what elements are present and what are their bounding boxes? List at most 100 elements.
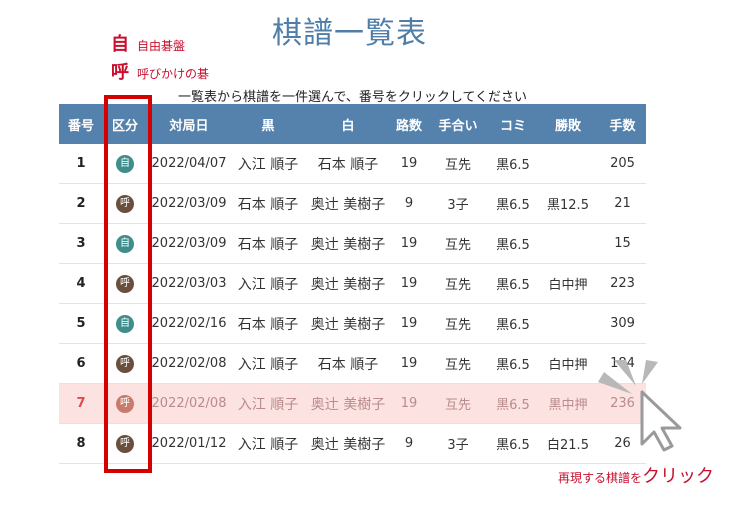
board-size-cell: 19 (391, 303, 427, 344)
date-cell: 2022/01/12 (147, 423, 231, 464)
moves-cell: 15 (599, 223, 646, 264)
game-number-link[interactable]: 7 (59, 383, 103, 424)
result-cell (537, 303, 599, 344)
game-number-link[interactable]: 4 (59, 263, 103, 304)
board-size-cell: 9 (391, 423, 427, 464)
moves-cell: 309 (599, 303, 646, 344)
type-badge-yobi: 呼 (116, 434, 134, 453)
legend-yobi: 呼 呼びかけの碁 (111, 58, 209, 84)
type-badge-yobi: 呼 (116, 394, 134, 413)
date-cell: 2022/02/08 (147, 343, 231, 384)
date-cell: 2022/02/16 (147, 303, 231, 344)
handicap-cell: 3子 (427, 183, 489, 224)
date-cell: 2022/03/09 (147, 223, 231, 264)
result-cell: 黒中押 (537, 383, 599, 424)
header-black: 黒 (231, 104, 305, 144)
game-number-link[interactable]: 6 (59, 343, 103, 384)
komi-cell: 黒6.5 (489, 303, 537, 344)
black-player-cell: 石本 順子 (231, 303, 305, 344)
komi-cell: 黒6.5 (489, 144, 537, 184)
black-player-cell: 入江 順子 (231, 423, 305, 464)
black-player-cell: 入江 順子 (231, 144, 305, 184)
game-number-link[interactable]: 8 (59, 423, 103, 464)
type-cell: 自 (103, 223, 147, 264)
result-cell: 白21.5 (537, 423, 599, 464)
moves-cell: 184 (599, 343, 646, 384)
white-player-cell: 奥辻 美樹子 (305, 223, 391, 264)
moves-cell: 26 (599, 423, 646, 464)
type-cell: 呼 (103, 383, 147, 424)
date-cell: 2022/03/09 (147, 183, 231, 224)
handicap-cell: 互先 (427, 144, 489, 184)
type-cell: 自 (103, 303, 147, 344)
table-row: 2 呼 2022/03/09 石本 順子 奥辻 美樹子 9 3子 黒6.5 黒1… (59, 183, 646, 224)
handicap-cell: 互先 (427, 343, 489, 384)
white-player-cell: 奥辻 美樹子 (305, 303, 391, 344)
board-size-cell: 19 (391, 144, 427, 184)
game-number-link[interactable]: 2 (59, 183, 103, 224)
table-row: 1 自 2022/04/07 入江 順子 石本 順子 19 互先 黒6.5 20… (59, 144, 646, 184)
handicap-cell: 3子 (427, 423, 489, 464)
game-number-link[interactable]: 1 (59, 144, 103, 184)
white-player-cell: 奥辻 美樹子 (305, 383, 391, 424)
board-size-cell: 19 (391, 223, 427, 264)
black-player-cell: 入江 順子 (231, 343, 305, 384)
type-cell: 呼 (103, 183, 147, 224)
legend-yobi-symbol: 呼 (111, 62, 129, 83)
board-size-cell: 19 (391, 343, 427, 384)
legend-jiyu-text: 自由碁盤 (137, 39, 186, 53)
game-number-link[interactable]: 5 (59, 303, 103, 344)
click-hint-small: 再現する棋譜を (558, 471, 643, 485)
white-player-cell: 石本 順子 (305, 343, 391, 384)
board-size-cell: 19 (391, 263, 427, 304)
handicap-cell: 互先 (427, 263, 489, 304)
type-cell: 自 (103, 144, 147, 184)
click-hint-big: クリック (642, 466, 715, 487)
table-row: 8 呼 2022/01/12 入江 順子 奥辻 美樹子 9 3子 黒6.5 白2… (59, 423, 646, 464)
result-cell (537, 223, 599, 264)
black-player-cell: 石本 順子 (231, 183, 305, 224)
board-size-cell: 9 (391, 183, 427, 224)
type-cell: 呼 (103, 263, 147, 304)
legend-jiyu-symbol: 自 (111, 34, 129, 55)
type-cell: 呼 (103, 343, 147, 384)
result-cell: 白中押 (537, 263, 599, 304)
moves-cell: 223 (599, 263, 646, 304)
komi-cell: 黒6.5 (489, 223, 537, 264)
table-row: 4 呼 2022/03/03 入江 順子 奥辻 美樹子 19 互先 黒6.5 白… (59, 263, 646, 304)
white-player-cell: 奥辻 美樹子 (305, 183, 391, 224)
legend-jiyu: 自 自由碁盤 (111, 30, 185, 56)
type-badge-jiyu: 自 (116, 314, 134, 333)
game-number-link[interactable]: 3 (59, 223, 103, 264)
type-badge-yobi: 呼 (116, 194, 134, 213)
moves-cell: 236 (599, 383, 646, 424)
table-row: 6 呼 2022/02/08 入江 順子 石本 順子 19 互先 黒6.5 白中… (59, 343, 646, 384)
komi-cell: 黒6.5 (489, 183, 537, 224)
date-cell: 2022/02/08 (147, 383, 231, 424)
page-title: 棋譜一覧表 (272, 16, 427, 51)
handicap-cell: 互先 (427, 303, 489, 344)
header-handicap: 手合い (427, 104, 489, 144)
white-player-cell: 奥辻 美樹子 (305, 423, 391, 464)
komi-cell: 黒6.5 (489, 263, 537, 304)
header-moves: 手数 (599, 104, 646, 144)
komi-cell: 黒6.5 (489, 343, 537, 384)
result-cell: 白中押 (537, 343, 599, 384)
kifu-table: 番号 区分 対局日 黒 白 路数 手合い コミ 勝敗 手数 1 自 2022/0… (59, 104, 646, 464)
table-row-highlighted: 7 呼 2022/02/08 入江 順子 奥辻 美樹子 19 互先 黒6.5 黒… (59, 383, 646, 424)
white-player-cell: 奥辻 美樹子 (305, 263, 391, 304)
instruction-text: 一覧表から棋譜を一件選んで、番号をクリックしてください (178, 90, 528, 105)
arrow-cursor-icon (640, 390, 682, 452)
type-badge-yobi: 呼 (116, 354, 134, 373)
table-row: 3 自 2022/03/09 石本 順子 奥辻 美樹子 19 互先 黒6.5 1… (59, 223, 646, 264)
white-player-cell: 石本 順子 (305, 144, 391, 184)
header-date: 対局日 (147, 104, 231, 144)
date-cell: 2022/04/07 (147, 144, 231, 184)
legend-yobi-text: 呼びかけの碁 (137, 67, 210, 81)
click-hint: 再現する棋譜をクリック (558, 462, 714, 488)
moves-cell: 21 (599, 183, 646, 224)
header-no: 番号 (59, 104, 103, 144)
black-player-cell: 石本 順子 (231, 223, 305, 264)
header-white: 白 (305, 104, 391, 144)
black-player-cell: 入江 順子 (231, 383, 305, 424)
